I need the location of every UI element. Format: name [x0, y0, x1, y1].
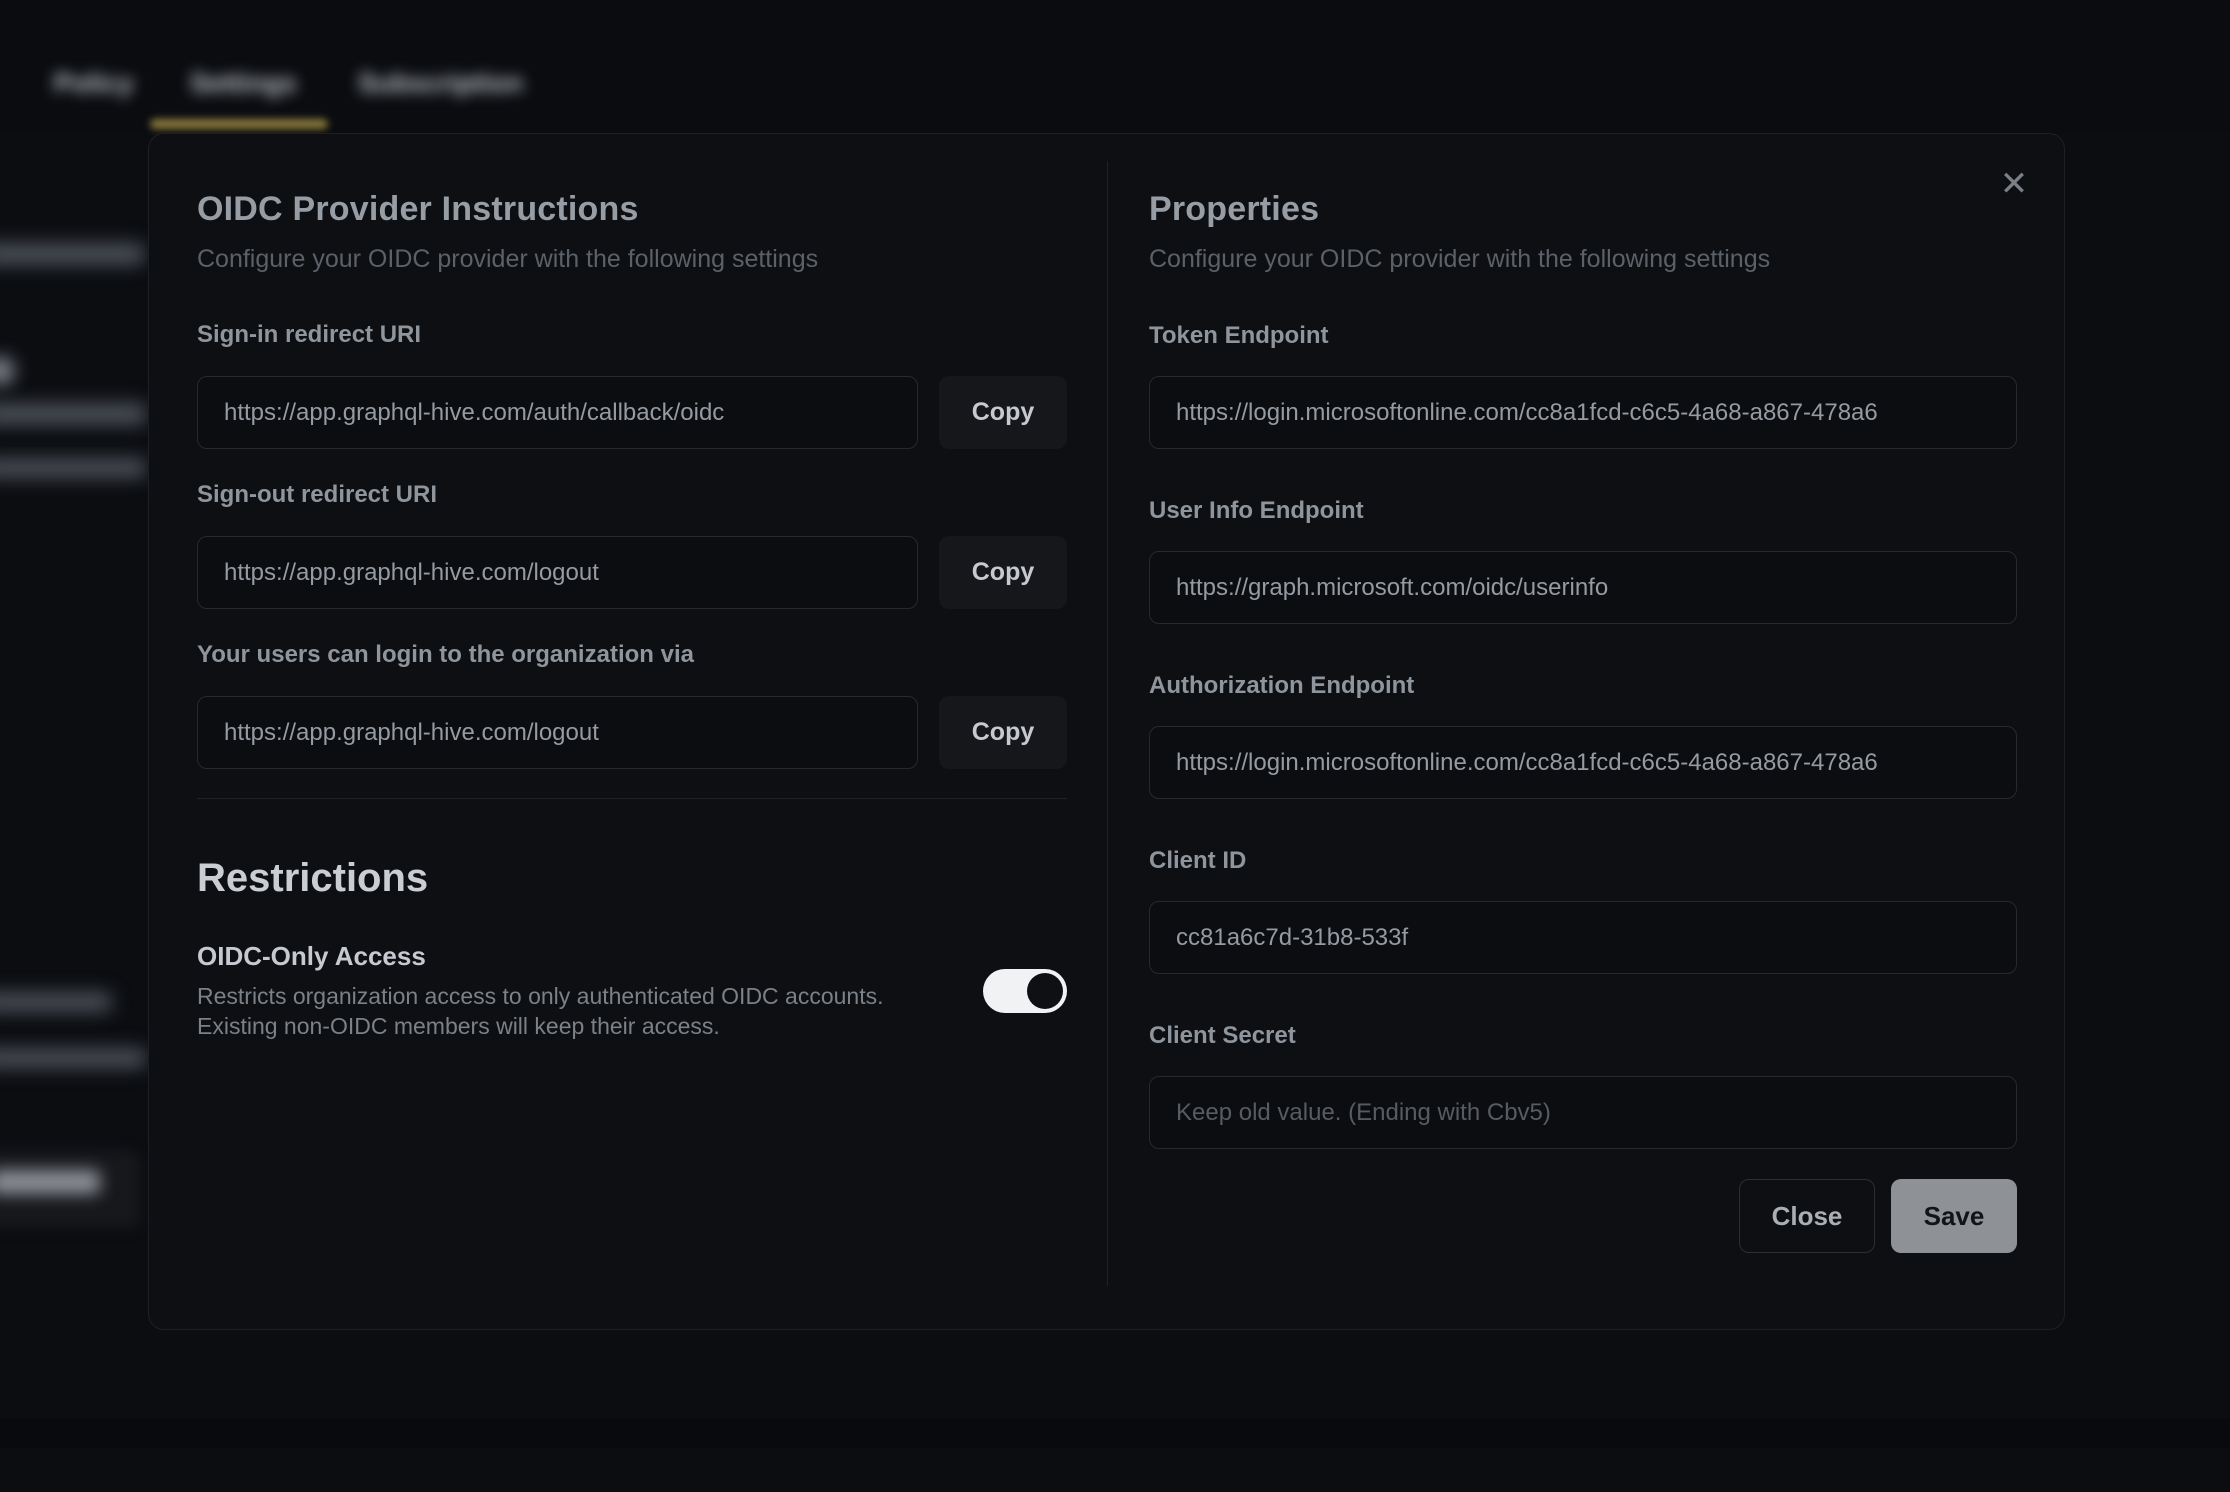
- instructions-subtitle: Configure your OIDC provider with the fo…: [197, 245, 1067, 274]
- authorization-endpoint-label: Authorization Endpoint: [1149, 672, 2017, 700]
- background-tabbar: Policy Settings Subscription: [0, 0, 2230, 133]
- copy-sign-in-button[interactable]: Copy: [939, 376, 1067, 449]
- sign-out-redirect-input[interactable]: [197, 536, 918, 609]
- tab-settings[interactable]: Settings: [190, 68, 297, 99]
- background-band: [0, 1418, 2230, 1448]
- oidc-only-access-label: OIDC-Only Access: [197, 941, 884, 972]
- oidc-only-access-row: OIDC-Only Access Restricts organization …: [197, 941, 1067, 1041]
- token-endpoint-input[interactable]: [1149, 376, 2017, 449]
- tab-subscription[interactable]: Subscription: [358, 68, 523, 99]
- blurred-text-fragment: [0, 403, 147, 425]
- client-secret-input[interactable]: [1149, 1076, 2017, 1149]
- column-divider: [1107, 161, 1108, 1286]
- authorization-endpoint-input[interactable]: [1149, 726, 2017, 799]
- copy-sign-out-button[interactable]: Copy: [939, 536, 1067, 609]
- properties-subtitle: Configure your OIDC provider with the fo…: [1149, 245, 2017, 274]
- toggle-knob: [1027, 973, 1063, 1009]
- client-id-input[interactable]: [1149, 901, 2017, 974]
- user-info-endpoint-input[interactable]: [1149, 551, 2017, 624]
- tab-policy[interactable]: Policy: [54, 68, 134, 99]
- client-id-label: Client ID: [1149, 847, 2017, 875]
- blurred-text-fragment: [0, 243, 145, 265]
- sign-in-redirect-label: Sign-in redirect URI: [197, 321, 1067, 349]
- restrictions-heading: Restrictions: [197, 856, 1067, 901]
- oidc-only-access-description-line1: Restricts organization access to only au…: [197, 981, 884, 1011]
- sign-out-redirect-label: Sign-out redirect URI: [197, 481, 1067, 509]
- user-info-endpoint-label: User Info Endpoint: [1149, 497, 2017, 525]
- properties-title: Properties: [1149, 190, 2017, 229]
- login-via-input[interactable]: [197, 696, 918, 769]
- login-via-label: Your users can login to the organization…: [197, 641, 1067, 669]
- oidc-only-access-toggle[interactable]: [983, 969, 1067, 1013]
- blurred-badge: [0, 357, 14, 385]
- token-endpoint-label: Token Endpoint: [1149, 322, 2017, 350]
- instructions-title: OIDC Provider Instructions: [197, 190, 1067, 229]
- blurred-text-fragment: [0, 1048, 147, 1068]
- close-button[interactable]: Close: [1739, 1179, 1875, 1253]
- active-tab-underline: [150, 119, 328, 129]
- save-button[interactable]: Save: [1891, 1179, 2017, 1253]
- blurred-text-fragment: [0, 458, 147, 478]
- copy-login-via-button[interactable]: Copy: [939, 696, 1067, 769]
- instructions-panel: OIDC Provider Instructions Configure you…: [197, 134, 1067, 1041]
- sign-in-redirect-input[interactable]: [197, 376, 918, 449]
- properties-panel: Properties Configure your OIDC provider …: [1149, 134, 2017, 1253]
- blurred-text-fragment: [0, 992, 112, 1012]
- section-divider: [197, 798, 1067, 799]
- client-secret-label: Client Secret: [1149, 1022, 2017, 1050]
- blurred-background-button-label: [0, 1170, 100, 1194]
- oidc-settings-modal: ✕ OIDC Provider Instructions Configure y…: [148, 133, 2065, 1330]
- oidc-only-access-description-line2: Existing non-OIDC members will keep thei…: [197, 1011, 884, 1041]
